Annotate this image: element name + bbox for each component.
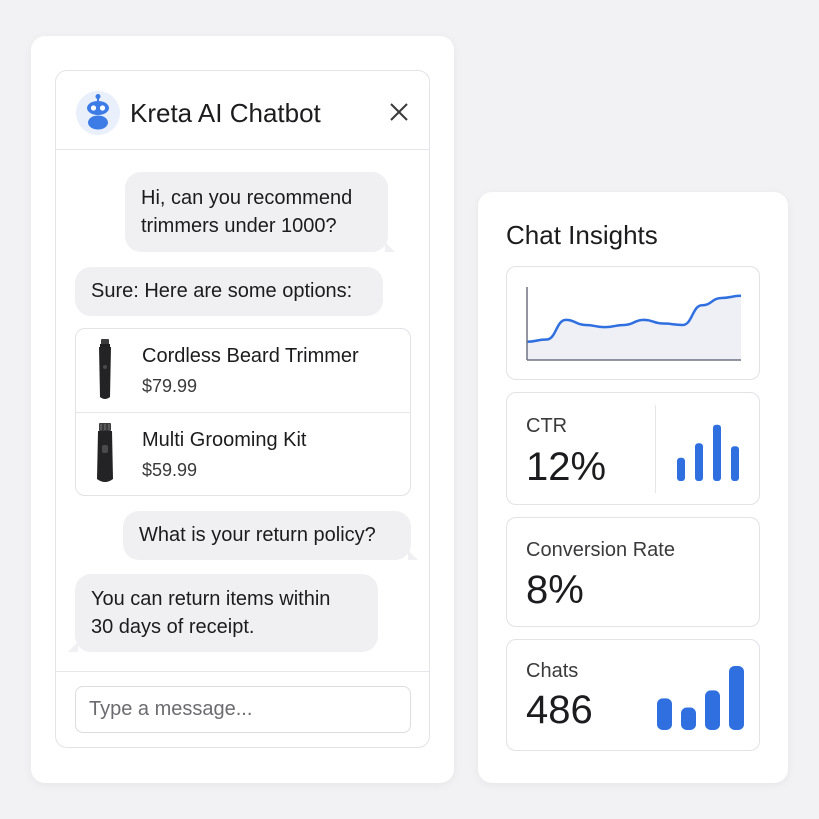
footer-divider: [56, 671, 429, 672]
beard-trimmer-icon: [99, 339, 111, 399]
message-text: You can return items within 30 days of r…: [91, 588, 331, 638]
product-name: Cordless Beard Trimmer: [142, 345, 359, 367]
chats-bar-2: [681, 707, 696, 730]
ctr-value: 12%: [526, 445, 607, 489]
bot-message: You can return items within 30 days of r…: [68, 574, 378, 652]
ctr-bar-2: [695, 443, 703, 481]
chats-bar-4: [729, 665, 744, 730]
grooming-kit-icon: [97, 423, 113, 482]
ctr-label: CTR: [526, 415, 568, 437]
panel-divider: [655, 405, 656, 493]
message-input[interactable]: [75, 686, 411, 733]
product-list: Cordless Beard Trimmer $79.99 Multi Groo…: [75, 328, 411, 496]
user-message: Hi, can you recommend trimmers under 100…: [125, 172, 395, 252]
message-text: Sure: Here are some options:: [91, 280, 353, 302]
user-message: What is your return policy?: [123, 511, 418, 560]
chat-window: Kreta AI Chatbot Hi, can you recommend t…: [55, 70, 430, 748]
trend-area: [527, 295, 741, 360]
conversion-rate-value: 8%: [526, 568, 584, 612]
robot-icon: [76, 91, 120, 135]
product-price: $59.99: [142, 460, 198, 480]
chat-title: Kreta AI Chatbot: [130, 98, 321, 128]
chats-label: Chats: [526, 660, 579, 682]
chats-bar-1: [657, 698, 672, 730]
chat-header: Kreta AI Chatbot: [56, 71, 429, 150]
trend-chart-panel: [506, 266, 760, 380]
product-item[interactable]: Cordless Beard Trimmer $79.99: [76, 329, 410, 412]
product-price: $79.99: [142, 376, 198, 396]
product-item[interactable]: Multi Grooming Kit $59.99: [76, 412, 410, 495]
ctr-bar-3: [713, 424, 721, 481]
message-text: Hi, can you recommend trimmers under 100…: [141, 187, 353, 237]
conversion-rate-label: Conversion Rate: [526, 539, 675, 561]
insights-card: Chat Insights CTR 12% Conversion Rate 8%…: [478, 192, 788, 783]
chats-bar-3: [705, 690, 720, 730]
trend-chart: [526, 287, 742, 361]
conversion-rate-panel: Conversion Rate 8%: [506, 517, 760, 627]
message-text: What is your return policy?: [139, 524, 376, 546]
insights-title: Chat Insights: [506, 220, 658, 250]
chatbot-card: Kreta AI Chatbot Hi, can you recommend t…: [31, 36, 454, 783]
chats-value: 486: [526, 688, 593, 732]
chats-bar-chart: [657, 665, 744, 730]
ctr-panel: CTR 12%: [506, 392, 760, 505]
product-name: Multi Grooming Kit: [142, 429, 307, 451]
bot-message: Sure: Here are some options:: [75, 267, 383, 316]
ctr-bar-chart: [677, 424, 739, 481]
ctr-bar-4: [731, 446, 739, 481]
ctr-bar-1: [677, 457, 685, 481]
chats-panel: Chats 486: [506, 639, 760, 751]
close-icon[interactable]: [386, 99, 412, 125]
